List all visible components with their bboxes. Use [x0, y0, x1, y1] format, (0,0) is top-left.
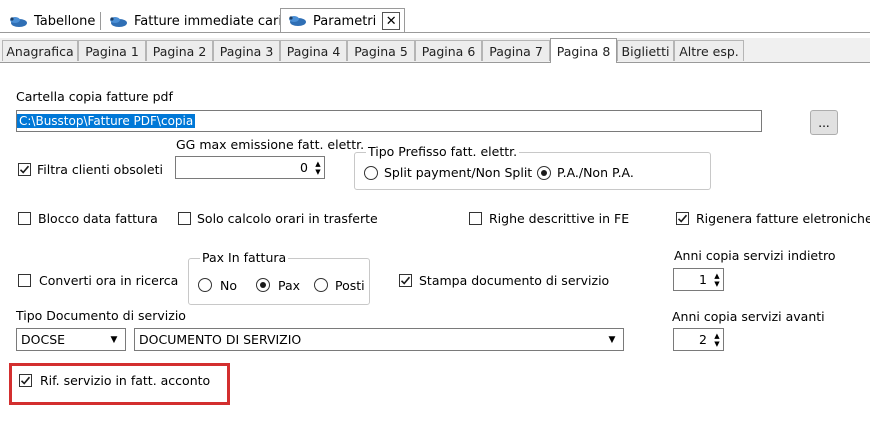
app-icon: [8, 15, 28, 29]
app-icon: [108, 15, 128, 29]
spin-arrows-icon[interactable]: ▲ ▼: [711, 269, 723, 290]
pax-posti-radio[interactable]: [314, 278, 328, 292]
browse-folder-button[interactable]: ...: [810, 110, 838, 135]
tab-label: Pagina 7: [489, 43, 543, 59]
tab-pagina-2[interactable]: Pagina 2: [146, 40, 213, 61]
dropdown-arrow-icon: ▼: [110, 334, 118, 345]
close-icon: ✕: [385, 13, 397, 29]
tab-anagrafica[interactable]: Anagrafica: [2, 40, 78, 61]
tab-biglietti[interactable]: Biglietti: [617, 40, 674, 61]
blocco-data-checkbox[interactable]: [18, 212, 31, 225]
tipo-doc-code-select[interactable]: DOCSE ▼: [16, 328, 126, 351]
app-icon: [287, 14, 307, 28]
righe-descrittive-checkbox[interactable]: [469, 212, 482, 225]
prefix-pa-radio[interactable]: [537, 166, 551, 180]
tab-label: Pagina 6: [421, 43, 476, 59]
filter-obsolete-label: Filtra clienti obsoleti: [37, 162, 163, 177]
rif-servizio-checkbox[interactable]: [19, 374, 32, 387]
tab-pagina-6[interactable]: Pagina 6: [415, 40, 482, 61]
tab-pagina-8[interactable]: Pagina 8: [550, 38, 617, 63]
spin-arrows-icon[interactable]: ▲ ▼: [312, 157, 324, 178]
pdf-folder-label: Cartella copia fatture pdf: [16, 89, 173, 104]
anni-indietro-value: 1: [699, 272, 707, 287]
rigenera-fatture-checkbox[interactable]: [676, 212, 689, 225]
rif-servizio-label: Rif. servizio in fatt. acconto: [40, 373, 211, 388]
pdf-folder-input[interactable]: C:\Busstop\Fatture PDF\copia: [16, 110, 762, 132]
prefix-pa-label: P.A./Non P.A.: [557, 165, 634, 180]
righe-descrittive-label: Righe descrittive in FE: [489, 211, 630, 226]
solo-calcolo-label: Solo calcolo orari in trasferte: [197, 211, 378, 226]
anni-indietro-spinner[interactable]: 1 ▲ ▼: [673, 268, 724, 291]
stampa-documento-checkbox[interactable]: [399, 274, 412, 287]
doc-tab-label: Fatture immediate carica: [134, 14, 298, 29]
tab-label: Pagina 3: [219, 43, 274, 59]
prefix-split-label: Split payment/Non Split: [384, 165, 533, 180]
doc-tab-fatture-immediate[interactable]: Fatture immediate carica: [102, 10, 297, 33]
pax-no-radio[interactable]: [198, 278, 212, 292]
doc-tab-label: Parametri: [313, 13, 377, 29]
filter-obsolete-checkbox[interactable]: [18, 163, 31, 176]
converti-ora-checkbox[interactable]: [18, 274, 31, 287]
converti-ora-label: Converti ora in ricerca: [39, 273, 179, 288]
tab-label: Pagina 5: [354, 43, 408, 59]
doc-tab-baseline: [0, 32, 870, 33]
tab-pagina-7[interactable]: Pagina 7: [482, 40, 550, 61]
radio-selected-dot: [541, 170, 547, 176]
rigenera-fatture-label: Rigenera fatture eletroniche: [696, 211, 870, 226]
check-icon: [20, 376, 31, 385]
tab-label: Anagrafica: [6, 43, 74, 59]
solo-calcolo-checkbox[interactable]: [178, 212, 191, 225]
tab-label: Altre esp.: [679, 43, 739, 59]
gg-max-label: GG max emissione fatt. elettr.: [176, 137, 365, 152]
prefix-split-radio[interactable]: [364, 166, 378, 180]
dropdown-arrow-icon: ▼: [608, 334, 616, 345]
doc-tab-label: Tabellone: [34, 14, 96, 29]
pax-group-label: Pax In fattura: [200, 250, 289, 265]
tab-label: Pagina 4: [286, 43, 341, 59]
anni-indietro-label: Anni copia servizi indietro: [674, 248, 836, 263]
close-tab-button[interactable]: ✕: [382, 12, 401, 30]
tab-separator: [100, 12, 101, 30]
tab-pagina-4[interactable]: Pagina 4: [280, 40, 347, 61]
radio-selected-dot: [260, 282, 266, 288]
tab-label: Pagina 2: [152, 43, 207, 59]
doc-tab-tabellone[interactable]: Tabellone: [2, 10, 95, 33]
tipo-doc-desc-select[interactable]: DOCUMENTO DI SERVIZIO ▼: [134, 328, 624, 351]
pax-pax-label: Pax: [278, 278, 301, 293]
tab-label: Pagina 1: [85, 43, 139, 59]
tab-pagina-5[interactable]: Pagina 5: [347, 40, 415, 61]
browse-label: ...: [818, 115, 830, 130]
blocco-data-label: Blocco data fattura: [38, 211, 158, 226]
tab-label: Pagina 8: [556, 43, 611, 59]
gg-max-spinner[interactable]: 0 ▲ ▼: [175, 156, 325, 179]
tipo-doc-label: Tipo Documento di servizio: [16, 308, 186, 323]
pdf-folder-value: C:\Busstop\Fatture PDF\copia: [17, 114, 196, 128]
gg-max-value: 0: [300, 160, 308, 175]
tab-pagina-1[interactable]: Pagina 1: [78, 40, 146, 61]
check-icon: [400, 276, 411, 285]
tab-altre-esp[interactable]: Altre esp.: [674, 40, 744, 61]
spin-arrows-icon[interactable]: ▲ ▼: [711, 329, 723, 350]
tab-label: Biglietti: [621, 43, 670, 59]
check-icon: [19, 165, 30, 174]
check-icon: [677, 214, 688, 223]
tab-pagina-3[interactable]: Pagina 3: [213, 40, 280, 61]
stampa-documento-label: Stampa documento di servizio: [419, 273, 610, 288]
pax-no-label: No: [220, 278, 237, 293]
tipo-doc-code-value: DOCSE: [21, 332, 66, 347]
anni-avanti-label: Anni copia servizi avanti: [672, 309, 825, 324]
tipo-doc-desc-value: DOCUMENTO DI SERVIZIO: [139, 332, 302, 347]
pax-posti-label: Posti: [335, 278, 365, 293]
anni-avanti-value: 2: [699, 332, 707, 347]
prefix-group-label: Tipo Prefisso fatt. elettr.: [366, 144, 520, 159]
anni-avanti-spinner[interactable]: 2 ▲ ▼: [673, 328, 724, 351]
pax-pax-radio[interactable]: [256, 278, 270, 292]
doc-tab-parametri[interactable]: Parametri ✕: [280, 8, 406, 33]
